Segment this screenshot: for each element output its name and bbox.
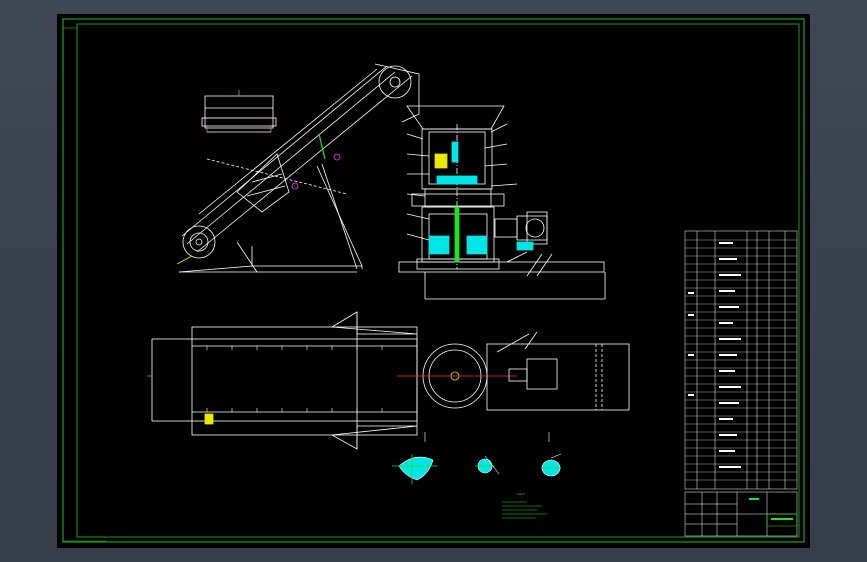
feed-hopper-detail: [201, 90, 277, 133]
drawing-canvas: [62, 18, 805, 543]
front-elevation: [176, 63, 606, 300]
technical-notes: [502, 493, 547, 519]
crusher-body: [398, 105, 606, 300]
parts-list: [684, 230, 798, 537]
section-c: [541, 432, 562, 477]
inner-border: [76, 23, 800, 538]
cad-viewport: [0, 0, 867, 562]
section-views: [392, 432, 562, 519]
inclined-conveyor: [176, 63, 420, 273]
parts-list-text: [688, 242, 793, 520]
section-b: [475, 455, 500, 475]
plan-view: [147, 311, 630, 450]
section-a: [392, 432, 437, 484]
drawing-sheet: [57, 14, 810, 548]
outer-border: [62, 18, 805, 543]
